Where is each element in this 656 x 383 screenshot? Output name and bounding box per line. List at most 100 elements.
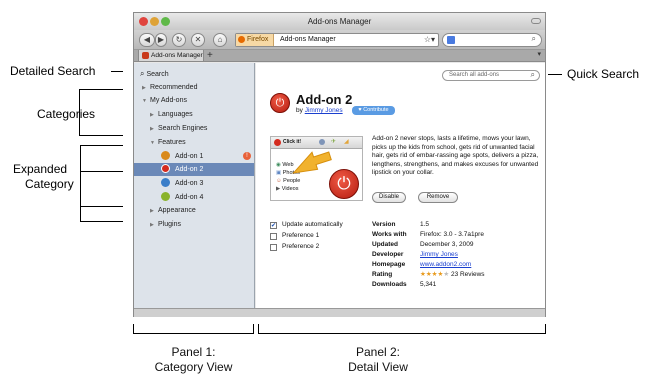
bookmark-star-icon[interactable]: ☆▾ — [424, 34, 435, 46]
addon-4-icon — [161, 192, 170, 201]
quick-search-callout: Quick Search — [567, 67, 640, 81]
firefox-icon — [238, 36, 245, 43]
quick-search-input[interactable]: Search all add-ons ⌕ — [442, 70, 540, 81]
web-search-input[interactable]: ⌕ — [442, 33, 542, 47]
by-label: by — [296, 107, 303, 114]
panel1-bracket — [133, 324, 254, 334]
panel1-subtitle: Category View — [154, 360, 233, 374]
tab-addons-manager[interactable]: Add-ons Manager — [138, 50, 204, 62]
close-window-button[interactable] — [139, 17, 148, 26]
disable-button[interactable]: Disable — [372, 192, 406, 203]
back-button[interactable]: ◀ — [139, 33, 155, 47]
detailed-search-pointer — [111, 71, 123, 72]
home-icon: ⌂ — [217, 35, 223, 44]
sidebar-item-addon-3[interactable]: Add-on 3 — [134, 177, 254, 190]
sidebar-item-appearance[interactable]: ▶ Appearance — [150, 204, 196, 217]
stop-icon: ✕ — [194, 35, 202, 44]
rating-stars-icon: ★★★★ — [420, 271, 444, 278]
reload-button[interactable]: ↻ — [172, 33, 186, 47]
panel2-bracket — [258, 324, 546, 334]
homepage-link[interactable]: www.addon2.com — [420, 261, 471, 270]
tab-list-icon[interactable]: ▾ — [537, 50, 541, 58]
forward-button[interactable]: ▶ — [155, 33, 167, 47]
sidebar-item-plugins[interactable]: ▶ Plugins — [150, 218, 181, 231]
collapsed-arrow-icon: ▶ — [150, 126, 154, 132]
pref-update-automatically[interactable]: ✔ Update automatically — [270, 221, 370, 231]
window-title: Add-ons Manager — [307, 17, 372, 26]
addon-description: Add-on 2 never stops, lasts a lifetime, … — [372, 135, 539, 177]
mini-rss-icon: ✈ — [331, 139, 337, 145]
expanded-category-callout-2: Category — [25, 177, 74, 191]
minimize-window-button[interactable] — [150, 17, 159, 26]
preference-2-checkbox[interactable] — [270, 244, 277, 251]
google-icon — [447, 36, 455, 44]
sidebar-item-addon-2[interactable]: Add-on 2 — [134, 163, 254, 176]
heart-icon: ♥ — [358, 107, 362, 113]
sidebar-item-addon-1[interactable]: Add-on 1 ! — [134, 150, 254, 163]
addon-3-icon — [161, 178, 170, 187]
info-value-works-with: Firefox: 3.0 - 3.7a1pre — [420, 231, 484, 238]
search-icon: ⌕ — [530, 70, 535, 79]
quick-search-pointer — [548, 74, 562, 75]
sidebar-item-features[interactable]: ▼ Features — [150, 136, 186, 149]
info-value-downloads: 5,341 — [420, 281, 437, 288]
addon-title: Add-on 2 — [296, 92, 353, 107]
url-bar[interactable]: Firefox Add-ons Manager ☆▾ — [235, 33, 439, 47]
info-key-downloads: Downloads — [372, 281, 407, 288]
warning-icon: ! — [243, 152, 251, 160]
info-key-version: Version — [372, 221, 396, 228]
sidebar-item-my-addons[interactable]: ▼ My Add-ons — [142, 94, 187, 107]
arrow-icon — [292, 151, 332, 174]
addon-preview-image: Click it! ✈ ◢ ◉ Web ▣ Photos ☺ People ▶ … — [270, 136, 363, 201]
info-value-version: 1.5 — [420, 221, 430, 228]
home-button[interactable]: ⌂ — [213, 33, 227, 47]
tab-bar: Add-ons Manager + ▾ — [134, 50, 545, 62]
pref-preference-2[interactable]: Preference 2 — [270, 243, 370, 253]
developer-link[interactable]: Jimmy Jones — [420, 251, 458, 260]
panel2-subtitle: Detail View — [348, 360, 408, 374]
detailed-search-callout: Detailed Search — [10, 64, 96, 78]
back-arrow-icon: ◀ — [143, 35, 151, 44]
expanded-category-callout-1: Expanded — [13, 162, 68, 176]
contribute-button[interactable]: ♥ Contribute — [352, 106, 395, 115]
new-tab-button[interactable]: + — [207, 50, 213, 61]
title-bar: Add-ons Manager — [134, 13, 545, 30]
search-icon: ⌕ — [140, 69, 145, 78]
sidebar-item-search[interactable]: ⌕ Search — [140, 67, 169, 80]
zoom-window-button[interactable] — [161, 17, 170, 26]
collapsed-arrow-icon: ▶ — [150, 208, 154, 214]
sidebar-item-addon-4[interactable]: Add-on 4 — [134, 191, 254, 204]
expanded-category-bracket — [80, 145, 123, 207]
addon-power-icon: ⏻ — [270, 93, 290, 113]
expanded-arrow-icon: ▼ — [150, 140, 155, 146]
reviews-count[interactable]: 23 Reviews — [451, 271, 485, 278]
mini-paint-icon: ◢ — [344, 139, 349, 145]
info-key-rating: Rating — [372, 271, 393, 278]
author-link[interactable]: Jimmy Jones — [305, 107, 343, 114]
reload-icon: ↻ — [175, 35, 183, 44]
sidebar-item-recommended[interactable]: ▶ Recommended — [142, 81, 197, 94]
info-key-developer: Developer — [372, 251, 404, 258]
sidebar-item-search-engines[interactable]: ▶ Search Engines — [150, 122, 207, 135]
update-automatically-checkbox[interactable]: ✔ — [270, 222, 277, 229]
panel2-title: Panel 2: — [355, 345, 401, 359]
stop-button[interactable]: ✕ — [191, 33, 205, 47]
remove-button[interactable]: Remove — [418, 192, 458, 203]
collapsed-arrow-icon: ▶ — [150, 112, 154, 118]
info-key-updated: Updated — [372, 241, 398, 248]
categories-bracket — [79, 89, 123, 136]
preference-1-checkbox[interactable] — [270, 233, 277, 240]
toolbar-toggle-button[interactable] — [531, 18, 541, 24]
panel1-title: Panel 1: — [171, 345, 216, 359]
tab-label: Add-ons Manager — [151, 52, 203, 59]
detail-panel: Search all add-ons ⌕ ⏻ Add-on 2 by Jimmy… — [256, 63, 545, 308]
mini-power-icon — [274, 139, 281, 146]
mini-info-icon — [319, 139, 325, 145]
addon-1-icon — [161, 151, 170, 160]
url-text: Add-ons Manager — [280, 36, 336, 43]
pref-preference-1[interactable]: Preference 1 — [270, 232, 370, 242]
sidebar-item-languages[interactable]: ▶ Languages — [150, 108, 193, 121]
forward-arrow-icon: ▶ — [157, 35, 165, 44]
status-bar — [134, 308, 545, 317]
preview-click-it: Click it! — [283, 139, 302, 145]
